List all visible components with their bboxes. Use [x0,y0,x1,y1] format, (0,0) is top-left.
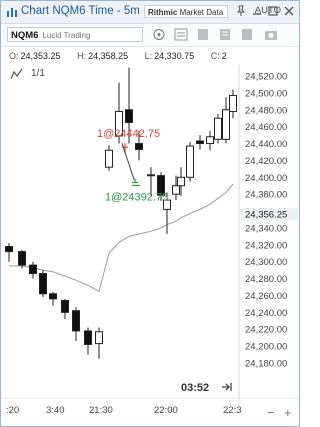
candle-body-down [61,300,69,313]
candle-body-up [206,136,214,145]
candle [49,292,57,306]
candle-body-up [214,117,222,140]
candle [222,97,230,144]
x-tick-label: 3:40 [46,405,65,416]
y-tick-label: 24,500.00 [245,88,287,99]
candle-body-down [147,174,155,177]
zoom-out-button[interactable]: − [267,405,275,420]
candle-body-up [95,331,103,345]
y-tick-label: 24,420.00 [245,156,287,167]
trade-connector-line [121,143,135,180]
candle [214,113,222,144]
candle [29,261,37,279]
candle-body-up [229,94,237,112]
candle-body-up [172,185,180,195]
y-tick-label: 24,280.00 [245,274,287,285]
candle-body-down [125,109,133,123]
candle-body-down [18,251,26,266]
scroll-to-end-icon[interactable] [221,381,233,393]
chart-window: Chart NQM6 Time - 5m Rithmic Market Data… [0,0,300,427]
y-tick-label: 24,240.00 [245,308,287,319]
candle [229,89,237,119]
candle-body-down [5,246,13,253]
x-tick-label: 22:00 [154,405,178,416]
y-tick-label: 24,480.00 [245,105,287,116]
y-tick-label: 24,220.00 [245,325,287,336]
candle [5,243,13,262]
candle-body-down [29,264,37,275]
candle-body-down [72,310,80,332]
candle-body-down [84,330,92,345]
candle-body-up [177,176,185,187]
candle [186,141,194,182]
candle [105,145,113,171]
x-tick-label: 22:3 [223,405,242,416]
candle [84,327,92,355]
candlestick-chart[interactable]: 24,520.00 24,500.00 24,480.00 24,460.00 24,4… [1,1,299,426]
bar-timer: 03:52 [181,382,210,394]
candle-body-up [222,109,230,140]
candle [196,135,204,150]
y-tick-label: 24,260.00 [245,291,287,302]
y-tick-label: 24,180.00 [245,359,287,370]
candle-body-up [105,149,113,168]
candle [95,327,103,359]
zoom-in-button[interactable]: + [284,405,292,420]
sell-fill-label: 1@24442.75 [97,128,160,140]
y-tick-label: 24,460.00 [245,122,287,133]
x-tick-label: :20 [6,405,19,416]
buy-fill-marker [132,178,140,187]
y-tick-label: 24,520.00 [245,72,287,83]
candle-body-up [186,145,194,178]
y-tick-label: 24,380.00 [245,190,287,201]
y-tick-label: 24,320.00 [245,240,287,251]
current-price-label: 24,356.25 [245,210,287,221]
x-tick-label: 21:30 [89,405,113,416]
candle-body-down [196,140,204,145]
buy-fill-label: 1@24392.75 [105,191,168,203]
candle [72,307,80,342]
candle [61,298,69,320]
y-tick-label: 24,200.00 [245,342,287,353]
y-tick-label: 24,440.00 [245,139,287,150]
candle-body-down [39,273,47,295]
candle [39,270,47,298]
candle-body-down [135,143,143,150]
y-tick-label: 24,400.00 [245,173,287,184]
y-tick-label: 24,300.00 [245,257,287,268]
candle-body-down [49,293,57,300]
candle [206,130,214,151]
y-tick-label: 24,340.00 [245,223,287,234]
